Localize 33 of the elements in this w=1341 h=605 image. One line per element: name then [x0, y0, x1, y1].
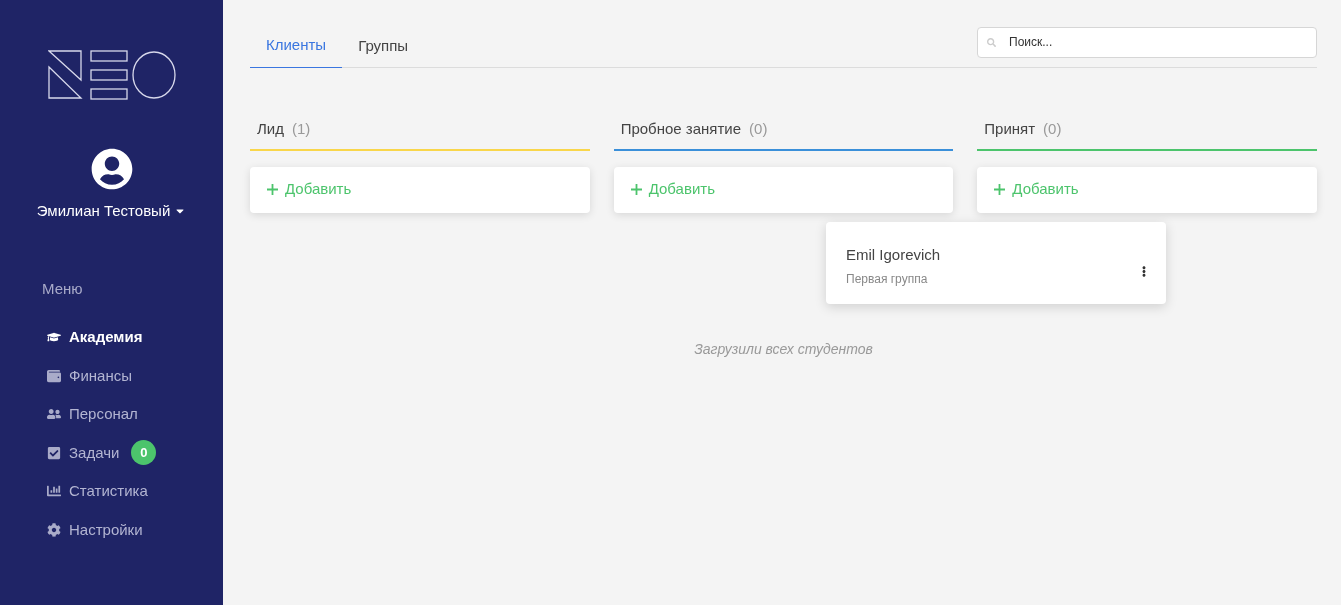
column-title: Принят	[984, 118, 1036, 139]
user-menu[interactable]: Эмилиан Тестовый	[36, 200, 187, 223]
column-count: (0)	[749, 118, 768, 139]
settings-icon	[47, 522, 61, 537]
menu-title: Меню	[42, 278, 84, 299]
tab[interactable]: Группы	[342, 26, 425, 68]
student-card[interactable]: Emil Igorevich Первая группа	[826, 222, 1166, 304]
search-icon	[987, 37, 996, 47]
wallet-icon	[47, 368, 61, 383]
menu-item[interactable]: Финансы	[69, 364, 132, 387]
column-title: Пробное занятие	[620, 118, 742, 139]
plus-icon	[630, 184, 642, 195]
people-icon	[47, 407, 61, 422]
column-count: (1)	[292, 118, 311, 139]
student-group: Первая группа	[846, 269, 941, 288]
menu-item[interactable]: Персонал	[69, 403, 138, 426]
menu-item[interactable]: Настройки	[69, 518, 143, 541]
menu-item[interactable]: Академия	[69, 326, 143, 349]
plus-icon	[267, 184, 278, 195]
avatar-icon	[90, 148, 133, 190]
column-title: Лид	[257, 118, 284, 139]
menu-item[interactable]: Статистика	[69, 480, 148, 503]
count-badge: 0	[131, 440, 157, 466]
tab[interactable]: Клиенты	[250, 26, 343, 68]
plus-icon	[994, 184, 1006, 195]
student-name: Emil Igorevich	[846, 245, 941, 265]
status-text: Загрузили всех студентов	[693, 339, 874, 359]
menu-item[interactable]: Задачи	[69, 441, 120, 464]
checkbox-icon	[47, 445, 61, 460]
search-field[interactable]: Поиск...	[977, 26, 1317, 58]
more-icon[interactable]	[1142, 266, 1146, 277]
column-count: (0)	[1043, 118, 1062, 139]
bar-chart-icon	[47, 484, 61, 499]
